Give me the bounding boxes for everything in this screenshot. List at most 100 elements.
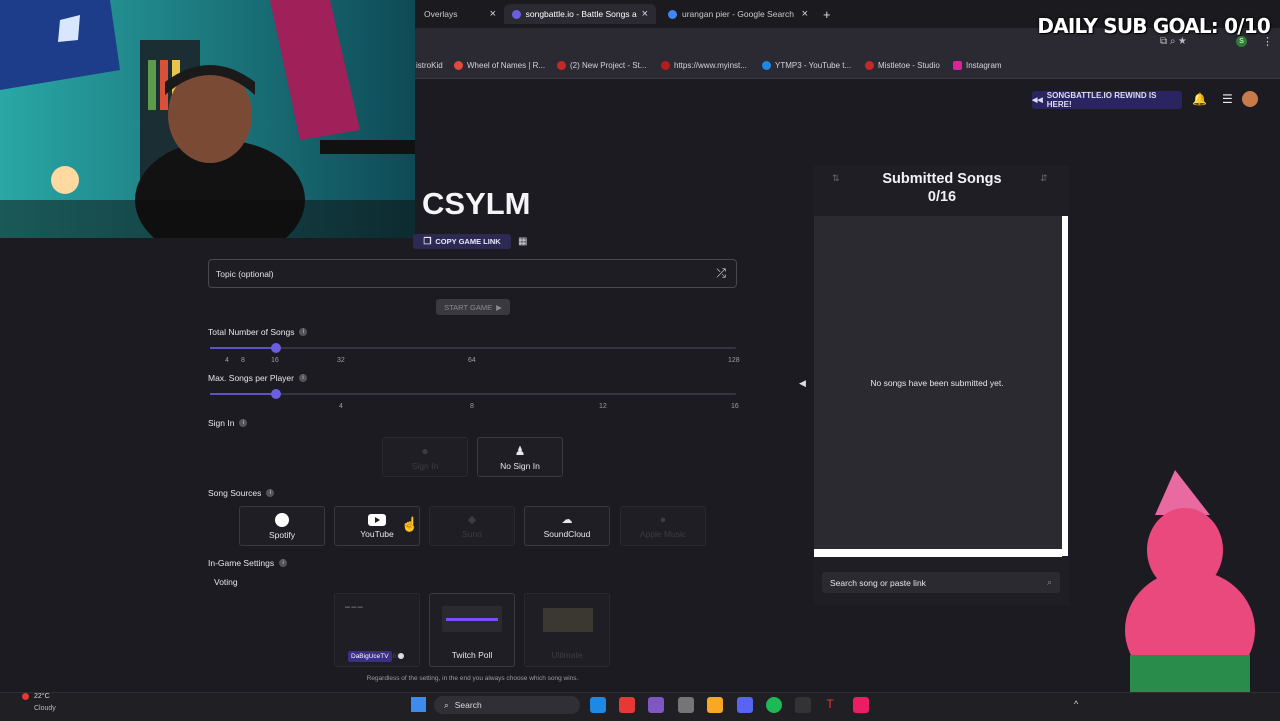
empty-list-message: No songs have been submitted yet.: [870, 378, 1004, 388]
settings-icon[interactable]: [678, 697, 694, 713]
source-apple-music[interactable]: ● Apple Music: [620, 506, 706, 546]
sign-in-option[interactable]: ● Sign In: [382, 437, 468, 477]
search-label: Search: [454, 700, 482, 710]
vote-option-twitch-poll[interactable]: Twitch Poll: [429, 593, 515, 667]
source-suno[interactable]: ◆ Suno: [429, 506, 515, 546]
tab-google[interactable]: urangan pier - Google Search ×: [660, 4, 816, 24]
close-tab-icon[interactable]: ×: [642, 8, 648, 20]
option-label: Ultimate: [551, 650, 583, 660]
studio-icon: [865, 61, 874, 70]
rewind-label: SONGBATTLE.IO REWIND IS HERE!: [1046, 91, 1157, 109]
discord-icon[interactable]: [737, 697, 753, 713]
bookmark-label: Wheel of Names | R...: [467, 61, 546, 70]
tick-label: 8: [241, 357, 245, 364]
topic-placeholder: Topic (optional): [216, 269, 274, 279]
bookmark-label: istroKid: [416, 61, 443, 70]
copy-label: COPY GAME LINK: [435, 237, 501, 246]
copy-icon: ❐: [423, 236, 432, 246]
bookmark-wheel-of-names[interactable]: Wheel of Names | R...: [454, 61, 545, 70]
app-icon[interactable]: [648, 697, 664, 713]
myinstants-icon: [661, 61, 670, 70]
tiktok-icon[interactable]: [853, 697, 869, 713]
instagram-icon: [953, 61, 962, 70]
weather-badge-icon: [22, 693, 29, 700]
no-sign-in-option[interactable]: ♟ No Sign In: [477, 437, 563, 477]
spotify-taskbar-icon[interactable]: [766, 697, 782, 713]
max-songs-slider-handle[interactable]: [271, 389, 281, 399]
windows-taskbar: [0, 692, 1280, 721]
filter-icon[interactable]: ⇵: [1040, 173, 1048, 184]
bookmark-mistletoe[interactable]: Mistletoe - Studio: [865, 61, 940, 70]
tab-overlays[interactable]: Overlays ×: [416, 4, 504, 24]
weather-temp[interactable]: 22°C: [34, 693, 50, 700]
info-icon[interactable]: i: [239, 419, 248, 427]
voting-label: Voting: [214, 577, 238, 587]
bookmark-myinstants[interactable]: https://www.myinst...: [661, 61, 747, 70]
overlay-character: [1100, 460, 1280, 705]
total-songs-fill: [210, 347, 276, 349]
song-search-input[interactable]: Search song or paste link ⌕: [822, 572, 1060, 593]
collapse-panel-icon[interactable]: ◀: [799, 378, 806, 389]
hamburger-menu-icon[interactable]: ☰: [1222, 92, 1233, 106]
search-icon: ⌕: [1046, 577, 1052, 587]
tab-label: urangan pier - Google Search: [682, 9, 794, 19]
new-tab-button[interactable]: +: [823, 7, 831, 22]
label-text: Sign In: [208, 418, 235, 428]
bookmark-new-project[interactable]: (2) New Project - St...: [557, 61, 646, 70]
option-label: Apple Music: [639, 528, 687, 539]
option-label: SoundCloud: [543, 529, 591, 539]
vote-option-ultimate[interactable]: Ultimate: [524, 593, 610, 667]
option-label: No Sign In: [500, 460, 540, 471]
tick-label: 64: [468, 357, 476, 364]
bookmark-label: Mistletoe - Studio: [878, 61, 940, 70]
rewind-icon: ◀◀: [1032, 97, 1043, 104]
qr-code-icon[interactable]: ▦: [518, 236, 527, 247]
total-songs-track[interactable]: [210, 347, 736, 349]
topic-input[interactable]: Topic (optional) ⤮: [208, 259, 737, 288]
tray-chevron-icon[interactable]: ^: [1074, 699, 1078, 709]
in-game-settings-label: In-Game Settings i: [208, 558, 288, 568]
chrome-icon[interactable]: [619, 697, 635, 713]
info-icon[interactable]: i: [298, 374, 307, 382]
tick-label: 8: [470, 403, 474, 410]
obs-icon[interactable]: [795, 697, 811, 713]
start-game-button[interactable]: START GAME ▶: [436, 299, 510, 315]
bookmark-instagram[interactable]: Instagram: [953, 61, 1002, 70]
windows-start-icon[interactable]: [411, 697, 426, 712]
info-icon[interactable]: i: [266, 489, 275, 497]
source-soundcloud[interactable]: ☁ SoundCloud: [524, 506, 610, 546]
source-spotify[interactable]: Spotify: [239, 506, 325, 546]
file-explorer-icon[interactable]: [707, 697, 723, 713]
label-text: Song Sources: [208, 488, 262, 498]
bookmark-distrokid[interactable]: istroKid: [416, 61, 443, 70]
info-icon[interactable]: i: [279, 559, 288, 567]
poll-preview-image: [442, 606, 502, 632]
webcam-overlay: [0, 0, 415, 238]
tick-label: 4: [225, 357, 229, 364]
tab-label: songbattle.io - Battle Songs ag: [525, 9, 637, 19]
total-songs-slider-handle[interactable]: [271, 343, 281, 353]
text-app-icon[interactable]: T: [822, 697, 838, 713]
bell-icon[interactable]: 🔔: [1192, 92, 1207, 106]
info-icon[interactable]: i: [299, 328, 308, 336]
user-icon: ●: [421, 443, 429, 458]
rewind-banner-button[interactable]: ◀◀ SONGBATTLE.IO REWIND IS HERE!: [1032, 91, 1182, 109]
horizontal-scrollbar[interactable]: [814, 549, 1062, 557]
close-tab-icon[interactable]: ×: [490, 8, 496, 20]
bookmark-ytmp3[interactable]: YTMP3 - YouTube t...: [762, 61, 851, 70]
shuffle-icon[interactable]: ⤮: [716, 266, 726, 281]
copy-game-link-button[interactable]: ❐ COPY GAME LINK: [413, 234, 511, 249]
close-tab-icon[interactable]: ×: [802, 8, 808, 20]
option-label: YouTube: [360, 528, 394, 539]
taskbar-search[interactable]: ⌕ Search: [434, 696, 580, 714]
twitch-user-badge: DaBigUceTV: [348, 651, 392, 662]
tab-songbattle[interactable]: songbattle.io - Battle Songs ag ×: [504, 4, 656, 24]
option-label: Suno: [462, 529, 482, 539]
sort-icon[interactable]: ⇅: [832, 173, 840, 184]
label-text: In-Game Settings: [208, 558, 275, 568]
weather-condition: Cloudy: [34, 705, 56, 712]
max-songs-track[interactable]: [210, 393, 736, 395]
edge-icon[interactable]: [590, 697, 606, 713]
user-avatar[interactable]: [1242, 91, 1258, 107]
bookmark-label: (2) New Project - St...: [570, 61, 647, 70]
